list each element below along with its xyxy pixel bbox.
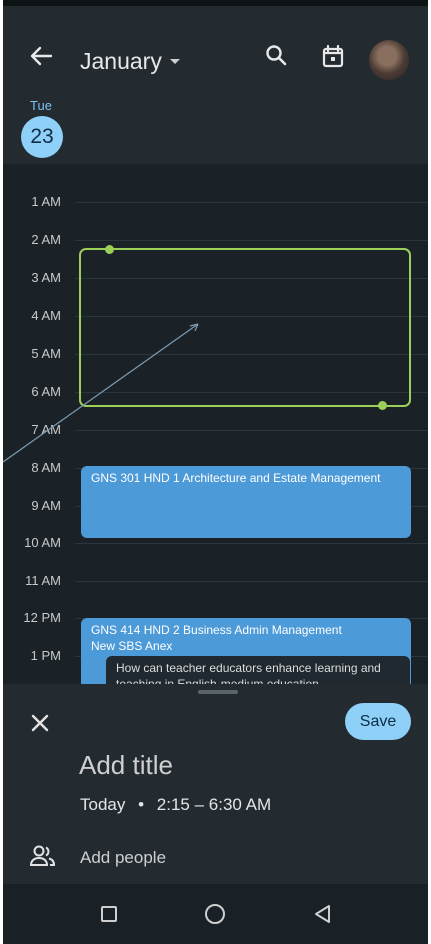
drag-handle[interactable] [198, 690, 238, 694]
caret-down-icon [169, 59, 180, 64]
recents-icon[interactable] [101, 906, 117, 922]
save-button[interactable]: Save [345, 703, 411, 740]
system-nav-bar [3, 884, 428, 944]
app-bar: January Tue 23 [3, 6, 428, 164]
home-icon[interactable] [205, 904, 225, 924]
event-title: GNS 301 HND 1 Architecture and Estate Ma… [91, 471, 381, 485]
back-triangle-icon[interactable] [313, 904, 333, 924]
event-location: New SBS Anex [91, 639, 173, 653]
back-arrow-icon[interactable] [25, 40, 57, 72]
people-icon [29, 844, 57, 868]
day-name: Tue [30, 98, 52, 113]
search-icon[interactable] [263, 42, 291, 70]
close-icon[interactable] [27, 710, 53, 736]
annotation-arrow [3, 323, 199, 463]
add-people-button[interactable]: Add people [80, 848, 166, 868]
event-time-row[interactable]: Today • 2:15 – 6:30 AM [80, 795, 271, 815]
calendar-event[interactable]: GNS 301 HND 1 Architecture and Estate Ma… [81, 466, 411, 538]
avatar[interactable] [369, 40, 409, 80]
today-calendar-icon[interactable] [319, 42, 347, 70]
date-label: Today [80, 795, 126, 814]
day-number-badge[interactable]: 23 [21, 116, 63, 158]
title-input[interactable]: Add title [79, 750, 173, 781]
day-timeline[interactable]: 1 AM 2 AM 3 AM 4 AM 5 AM 6 AM 7 AM 8 AM … [3, 164, 428, 700]
month-selector[interactable]: January [80, 48, 180, 75]
quick-create-sheet: Save Add title Today • 2:15 – 6:30 AM Ad… [3, 684, 428, 884]
month-label: January [80, 48, 162, 74]
time-range: 2:15 – 6:30 AM [156, 795, 272, 814]
event-title: GNS 414 HND 2 Business Admin Management [91, 623, 342, 637]
calendar-app: January Tue 23 1 AM 2 AM 3 AM 4 AM 5 AM … [3, 0, 428, 944]
separator: • [138, 795, 145, 814]
